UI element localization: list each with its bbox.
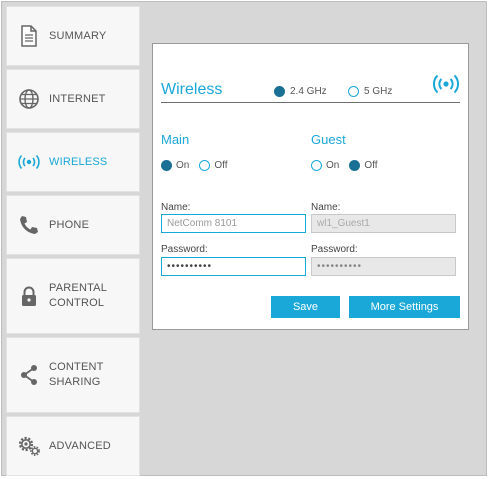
sidebar-item-label: WIRELESS: [49, 155, 108, 168]
band-5-radio[interactable]: [348, 86, 359, 97]
guest-name-label: Name:: [311, 202, 341, 213]
sidebar-item-summary[interactable]: SUMMARY: [6, 6, 140, 66]
main-off-label: Off: [214, 160, 228, 171]
guest-off-label: Off: [364, 160, 378, 171]
sidebar-item-label: INTERNET: [49, 92, 106, 105]
main-on-off-group: On Off: [161, 160, 228, 171]
sidebar-item-label: PARENTAL CONTROL: [49, 282, 108, 309]
sidebar-item-advanced[interactable]: ADVANCED: [6, 416, 140, 476]
wireless-panel: Wireless 2.4 GHz 5 GHz Main On Off Name:…: [152, 43, 469, 330]
main-name-field[interactable]: NetComm 8101: [161, 214, 306, 233]
sidebar-item-label: SUMMARY: [49, 29, 107, 42]
band-24-label: 2.4 GHz: [290, 86, 327, 97]
guest-on-off-group: On Off: [311, 160, 378, 171]
sidebar-item-parental-control[interactable]: PARENTAL CONTROL: [6, 258, 140, 334]
guest-off-radio[interactable]: [349, 160, 361, 171]
wireless-icon: [9, 154, 49, 170]
page-title: Wireless: [161, 81, 223, 98]
more-settings-button[interactable]: More Settings: [349, 296, 460, 318]
main-off-radio[interactable]: [199, 160, 211, 171]
sidebar-item-phone[interactable]: PHONE: [6, 195, 140, 255]
main-password-field[interactable]: ••••••••••: [161, 257, 306, 276]
globe-icon: [9, 88, 49, 110]
sidebar-item-wireless[interactable]: WIRELESS: [6, 132, 140, 192]
router-frame: SUMMARY INTERNET WIRELESS PHONE PARENTAL…: [1, 1, 487, 476]
guest-on-label: On: [326, 160, 340, 171]
main-on-radio[interactable]: [161, 160, 172, 171]
phone-icon: [9, 214, 49, 236]
main-section-title: Main: [161, 132, 190, 147]
band-24-option[interactable]: 2.4 GHz: [274, 86, 327, 97]
document-icon: [9, 25, 49, 47]
guest-section-title: Guest: [311, 132, 346, 147]
band-5-option[interactable]: 5 GHz: [348, 86, 392, 97]
band-5-label: 5 GHz: [364, 86, 393, 97]
sidebar-item-label: CONTENT SHARING: [49, 361, 104, 388]
guest-password-label: Password:: [311, 244, 358, 255]
share-icon: [9, 364, 49, 386]
main-on-label: On: [176, 160, 190, 171]
guest-name-field[interactable]: wl1_Guest1: [311, 214, 456, 233]
title-divider: [161, 102, 460, 103]
guest-on-radio[interactable]: [311, 160, 322, 171]
sidebar-item-internet[interactable]: INTERNET: [6, 69, 140, 129]
guest-password-field[interactable]: ••••••••••: [311, 257, 456, 276]
main-name-label: Name:: [161, 202, 191, 213]
save-button[interactable]: Save: [271, 296, 340, 318]
main-password-label: Password:: [161, 244, 208, 255]
wireless-signal-icon: [431, 74, 461, 99]
sidebar-item-label: PHONE: [49, 218, 90, 231]
lock-icon: [9, 285, 49, 307]
band-24-radio[interactable]: [274, 86, 285, 97]
sidebar-item-content-sharing[interactable]: CONTENT SHARING: [6, 337, 140, 413]
gears-icon: [9, 435, 49, 457]
sidebar-item-label: ADVANCED: [49, 439, 111, 452]
